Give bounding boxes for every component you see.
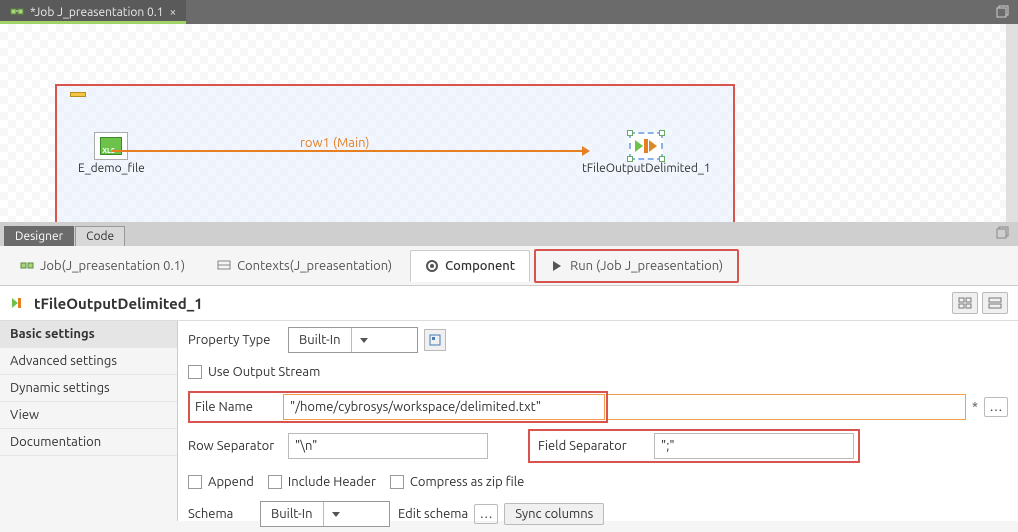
restore-icon[interactable] <box>996 5 1010 19</box>
tab-component[interactable]: Component <box>410 250 530 282</box>
tab-contexts-label: Contexts(J_preasentation) <box>237 259 392 273</box>
sync-columns-button[interactable]: Sync columns <box>504 503 604 525</box>
tab-run[interactable]: Run (Job J_preasentation) <box>534 249 739 283</box>
settings-form: Property Type Built-In Use Output Stream… <box>178 321 1018 521</box>
gear-icon <box>425 259 439 273</box>
nav-advanced-settings[interactable]: Advanced settings <box>0 348 177 375</box>
label-append: Append <box>208 475 254 489</box>
tab-run-label: Run (Job J_preasentation) <box>570 259 723 273</box>
design-canvas[interactable]: E_demo_file row1 (Main) tFileOutputDelim… <box>0 24 1018 222</box>
schema-value: Built-In <box>261 507 323 521</box>
tab-component-label: Component <box>445 259 515 273</box>
checkbox-compress[interactable] <box>390 475 404 489</box>
canvas-subtabs: Designer Code <box>0 222 1018 246</box>
flow-icon <box>20 259 34 273</box>
panel-title: tFileOutputDelimited_1 <box>34 295 952 312</box>
file-output-icon <box>635 139 657 153</box>
comment-block[interactable] <box>70 92 86 97</box>
editor-tab-bar: *Job J_preasentation 0.1 × <box>0 0 1018 24</box>
restore-icon[interactable] <box>996 226 1010 240</box>
schema-combo[interactable]: Built-In <box>260 501 390 527</box>
tab-job-props[interactable]: Job(J_preasentation 0.1) <box>6 251 199 281</box>
field-sep-input[interactable]: ";" <box>654 433 854 459</box>
tab-job[interactable]: *Job J_preasentation 0.1 × <box>0 0 186 24</box>
nav-view[interactable]: View <box>0 402 177 429</box>
row-sep-input[interactable]: "\n" <box>288 433 488 459</box>
panel-body: Basic settings Advanced settings Dynamic… <box>0 321 1018 521</box>
component-input[interactable]: E_demo_file <box>78 132 145 175</box>
chevron-down-icon <box>351 328 377 352</box>
component-input-label: E_demo_file <box>78 162 145 175</box>
close-icon[interactable]: × <box>170 6 177 19</box>
excel-icon <box>100 137 122 155</box>
tab-job-label: Job(J_preasentation 0.1) <box>40 259 185 273</box>
nav-dynamic-settings[interactable]: Dynamic settings <box>0 375 177 402</box>
scrollbar[interactable] <box>1006 24 1018 222</box>
file-output-icon <box>10 294 28 312</box>
view-grid-button[interactable] <box>952 292 978 314</box>
play-icon <box>550 259 564 273</box>
component-output[interactable]: tFileOutputDelimited_1 <box>582 132 711 175</box>
property-type-combo[interactable]: Built-In <box>288 327 418 353</box>
label-include-header: Include Header <box>288 475 376 489</box>
label-compress: Compress as zip file <box>410 475 524 489</box>
checkbox-output-stream[interactable] <box>188 365 202 379</box>
context-icon <box>217 259 231 273</box>
tab-designer[interactable]: Designer <box>4 226 74 246</box>
label-output-stream: Use Output Stream <box>208 365 320 379</box>
property-type-value: Built-In <box>289 333 351 347</box>
component-output-label: tFileOutputDelimited_1 <box>582 162 711 175</box>
label-schema: Schema <box>188 507 260 521</box>
connector-label: row1 (Main) <box>300 136 369 150</box>
label-edit-schema: Edit schema <box>398 507 468 521</box>
tab-contexts[interactable]: Contexts(J_preasentation) <box>203 251 406 281</box>
browse-button[interactable]: … <box>984 397 1008 417</box>
tab-code[interactable]: Code <box>75 226 125 246</box>
repository-button[interactable] <box>424 329 446 351</box>
label-property-type: Property Type <box>188 333 288 347</box>
checkbox-append[interactable] <box>188 475 202 489</box>
edit-schema-button[interactable]: … <box>474 504 498 524</box>
bottom-tab-bar: Job(J_preasentation 0.1) Contexts(J_prea… <box>0 246 1018 286</box>
view-list-button[interactable] <box>982 292 1008 314</box>
tab-title: *Job J_preasentation 0.1 <box>30 6 164 19</box>
label-row-sep: Row Separator <box>188 439 288 453</box>
settings-nav: Basic settings Advanced settings Dynamic… <box>0 321 178 521</box>
label-file-name: File Name <box>191 400 283 414</box>
panel-header: tFileOutputDelimited_1 <box>0 286 1018 321</box>
file-name-input-ext[interactable] <box>608 394 966 420</box>
file-name-input[interactable]: "/home/cybrosys/workspace/delimited.txt" <box>283 394 605 420</box>
chevron-down-icon <box>323 502 349 526</box>
label-field-sep: Field Separator <box>534 439 654 453</box>
required-asterisk: * <box>972 400 978 414</box>
nav-documentation[interactable]: Documentation <box>0 429 177 456</box>
connector-line[interactable] <box>112 150 582 152</box>
nav-basic-settings[interactable]: Basic settings <box>0 321 177 348</box>
flow-icon <box>10 5 24 19</box>
checkbox-include-header[interactable] <box>268 475 282 489</box>
